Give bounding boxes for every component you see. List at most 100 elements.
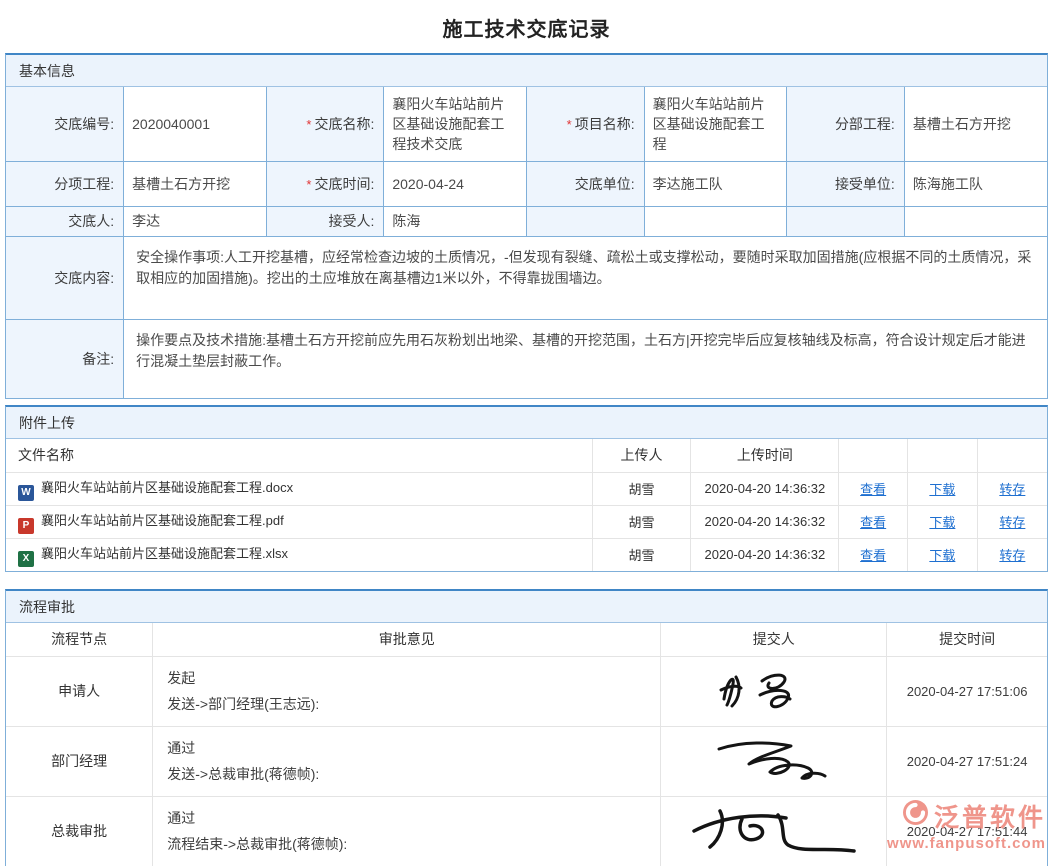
field-value-disclosure-content: 安全操作事项:人工开挖基槽，应经常检查边坡的土质情况，-但发现有裂缝、疏松土或支… — [124, 236, 1047, 319]
column-header-opinion: 审批意见 — [153, 623, 661, 656]
field-label-subitem-work: 分项工程: — [6, 161, 124, 206]
uploader-cell: 胡雪 — [592, 538, 691, 571]
field-label-discloser: 交底人: — [6, 206, 124, 236]
signature-image — [686, 805, 862, 858]
basic-info-section: 基本信息 交底编号: 2020040001 *交底名称: 襄阳火车站站前片区基础… — [5, 53, 1048, 399]
approval-section-title: 流程审批 — [6, 591, 1047, 623]
attachments-header-row: 文件名称 上传人 上传时间 — [6, 439, 1047, 472]
excel-file-icon: X — [18, 551, 34, 567]
column-header-upload-time: 上传时间 — [691, 439, 839, 472]
approval-table: 流程节点 审批意见 提交人 提交时间 申请人 发起 发送->部门经理(王志远):… — [6, 623, 1047, 866]
submit-time-cell: 2020-04-27 17:51:44 — [887, 796, 1047, 866]
field-label-receive-unit: 接受单位: — [787, 161, 905, 206]
approval-row: 部门经理 通过 发送->总裁审批(蒋德帧): 2020-04-27 17:51:… — [6, 726, 1047, 796]
submitter-cell — [661, 796, 887, 866]
opinion-line: 流程结束->总裁审批(蒋德帧): — [167, 831, 646, 858]
file-name-cell: X 襄阳火车站站前片区基础设施配套工程.xlsx — [6, 538, 592, 571]
attachments-section: 附件上传 文件名称 上传人 上传时间 W襄阳火车站站前片区基础设施配套工程.do… — [5, 405, 1048, 572]
transfer-link[interactable]: 转存 — [999, 482, 1025, 497]
required-asterisk: * — [567, 117, 572, 132]
attachment-row: P 襄阳火车站站前片区基础设施配套工程.pdf 胡雪 2020-04-20 14:… — [6, 505, 1047, 538]
column-header-file-name: 文件名称 — [6, 439, 592, 472]
field-label-disclosure-no: 交底编号: — [6, 87, 124, 161]
transfer-link[interactable]: 转存 — [999, 515, 1025, 530]
field-value-disclosure-name: 襄阳火车站站前片区基础设施配套工程技术交底 — [384, 87, 527, 161]
pdf-file-icon: P — [18, 518, 34, 534]
empty-label-cell — [787, 206, 905, 236]
file-name-cell: W 襄阳火车站站前片区基础设施配套工程.docx — [6, 472, 592, 505]
field-value-disclosure-unit: 李达施工队 — [644, 161, 787, 206]
column-header-uploader: 上传人 — [592, 439, 691, 472]
approval-header-row: 流程节点 审批意见 提交人 提交时间 — [6, 623, 1047, 656]
field-value-disclosure-date: 2020-04-24 — [384, 161, 527, 206]
submit-time-cell: 2020-04-27 17:51:24 — [887, 726, 1047, 796]
attachment-row: W 襄阳火车站站前片区基础设施配套工程.docx 胡雪 2020-04-20 14… — [6, 472, 1047, 505]
opinion-cell: 发起 发送->部门经理(王志远): — [153, 656, 661, 726]
download-link[interactable]: 下载 — [929, 548, 955, 563]
opinion-line: 发起 — [167, 665, 646, 692]
field-label-disclosure-name: *交底名称: — [266, 87, 384, 161]
upload-time-cell: 2020-04-20 14:36:32 — [691, 472, 839, 505]
attachment-row: X 襄阳火车站站前片区基础设施配套工程.xlsx 胡雪 2020-04-20 14… — [6, 538, 1047, 571]
flow-node-cell: 部门经理 — [6, 726, 153, 796]
field-label-disclosure-unit: 交底单位: — [526, 161, 644, 206]
approval-section: 流程审批 流程节点 审批意见 提交人 提交时间 申请人 发起 发送->部门经理(… — [5, 589, 1048, 866]
column-header-action — [839, 439, 908, 472]
opinion-line: 发送->总裁审批(蒋德帧): — [167, 761, 646, 788]
field-label-remark: 备注: — [6, 319, 124, 398]
field-label-disclosure-date: *交底时间: — [266, 161, 384, 206]
basic-info-section-title: 基本信息 — [6, 55, 1047, 87]
empty-value-cell — [904, 206, 1047, 236]
opinion-line: 发送->部门经理(王志远): — [167, 691, 646, 718]
view-link[interactable]: 查看 — [860, 515, 886, 530]
transfer-link[interactable]: 转存 — [999, 548, 1025, 563]
column-header-submitter: 提交人 — [661, 623, 887, 656]
field-value-disclosure-no: 2020040001 — [124, 87, 267, 161]
field-value-discloser: 李达 — [124, 206, 267, 236]
opinion-cell: 通过 流程结束->总裁审批(蒋德帧): — [153, 796, 661, 866]
required-asterisk: * — [306, 117, 311, 132]
opinion-line: 通过 — [167, 805, 646, 832]
page-title: 施工技术交底记录 — [0, 0, 1053, 53]
field-value-project-name: 襄阳火车站站前片区基础设施配套工程 — [644, 87, 787, 161]
approval-row: 总裁审批 通过 流程结束->总裁审批(蒋德帧): 2020-04-27 17:5… — [6, 796, 1047, 866]
empty-value-cell — [644, 206, 787, 236]
empty-label-cell — [526, 206, 644, 236]
column-header-action — [908, 439, 978, 472]
required-asterisk: * — [306, 177, 311, 192]
approval-row: 申请人 发起 发送->部门经理(王志远): 2020-04-27 17:51:0… — [6, 656, 1047, 726]
opinion-line: 通过 — [167, 735, 646, 762]
field-value-receiver: 陈海 — [384, 206, 527, 236]
basic-info-table: 交底编号: 2020040001 *交底名称: 襄阳火车站站前片区基础设施配套工… — [6, 87, 1047, 398]
field-label-disclosure-content: 交底内容: — [6, 236, 124, 319]
view-link[interactable]: 查看 — [860, 548, 886, 563]
column-header-flow-node: 流程节点 — [6, 623, 153, 656]
word-file-icon: W — [18, 485, 34, 501]
uploader-cell: 胡雪 — [592, 505, 691, 538]
attachments-table: 文件名称 上传人 上传时间 W 襄阳火车站站前片区基础设施配套工程.docx 胡雪… — [6, 439, 1047, 571]
signature-image — [715, 737, 833, 786]
column-header-submit-time: 提交时间 — [887, 623, 1047, 656]
submitter-cell — [661, 656, 887, 726]
view-link[interactable]: 查看 — [860, 482, 886, 497]
field-value-subitem-work: 基槽土石方开挖 — [124, 161, 267, 206]
flow-node-cell: 总裁审批 — [6, 796, 153, 866]
opinion-cell: 通过 发送->总裁审批(蒋德帧): — [153, 726, 661, 796]
field-label-division-work: 分部工程: — [787, 87, 905, 161]
upload-time-cell: 2020-04-20 14:36:32 — [691, 538, 839, 571]
uploader-cell: 胡雪 — [592, 472, 691, 505]
flow-node-cell: 申请人 — [6, 656, 153, 726]
field-label-receiver: 接受人: — [266, 206, 384, 236]
column-header-action — [977, 439, 1047, 472]
field-value-division-work: 基槽土石方开挖 — [904, 87, 1047, 161]
submitter-cell — [661, 726, 887, 796]
field-value-receive-unit: 陈海施工队 — [904, 161, 1047, 206]
download-link[interactable]: 下载 — [929, 515, 955, 530]
file-name: 襄阳火车站站前片区基础设施配套工程.xlsx — [41, 546, 288, 561]
upload-time-cell: 2020-04-20 14:36:32 — [691, 505, 839, 538]
file-name: 襄阳火车站站前片区基础设施配套工程.docx — [41, 480, 293, 495]
download-link[interactable]: 下载 — [929, 482, 955, 497]
signature-image — [714, 668, 834, 715]
file-name: 襄阳火车站站前片区基础设施配套工程.pdf — [41, 513, 284, 528]
submit-time-cell: 2020-04-27 17:51:06 — [887, 656, 1047, 726]
